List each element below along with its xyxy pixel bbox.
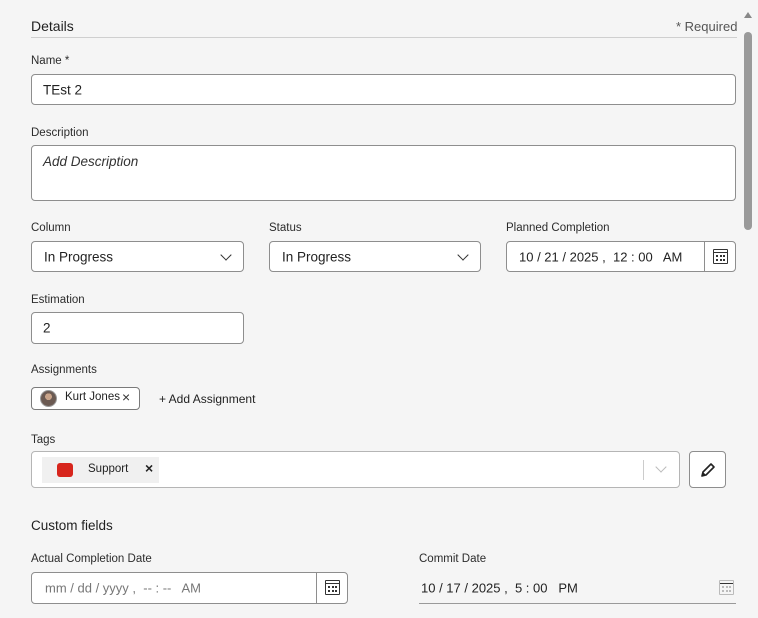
description-textarea[interactable]: Add Description xyxy=(31,145,736,201)
close-icon[interactable]: × xyxy=(145,460,153,476)
calendar-icon xyxy=(325,580,340,595)
commit-date-value: 10 / 17 / 2025 , 5 : 00 PM xyxy=(421,580,578,595)
tag-chip: Support xyxy=(42,457,159,483)
commit-date-label: Commit Date xyxy=(419,553,487,565)
planned-calendar-button[interactable] xyxy=(704,242,735,271)
actual-completion-placeholder: mm / dd / yyyy , -- : -- AM xyxy=(45,580,202,596)
chevron-down-icon[interactable] xyxy=(655,461,667,473)
status-select[interactable]: In Progress xyxy=(269,241,481,272)
avatar xyxy=(40,390,57,407)
name-value: TEst 2 xyxy=(43,82,83,97)
status-value: In Progress xyxy=(282,249,352,264)
close-icon[interactable]: × xyxy=(122,389,130,405)
planned-completion-input[interactable]: 10 / 21 / 2025 , 12 : 00 AM xyxy=(506,241,736,272)
estimation-input[interactable]: 2 xyxy=(31,312,244,344)
estimation-label: Estimation xyxy=(31,294,85,306)
calendar-icon xyxy=(719,580,734,595)
tag-color-swatch xyxy=(57,463,73,477)
tag-label: Support xyxy=(88,463,129,475)
column-select[interactable]: In Progress xyxy=(31,241,244,272)
planned-completion-value: 10 / 21 / 2025 , 12 : 00 AM xyxy=(519,249,683,264)
planned-completion-label: Planned Completion xyxy=(506,222,610,234)
commit-date-input: 10 / 17 / 2025 , 5 : 00 PM xyxy=(419,572,736,604)
status-label: Status xyxy=(269,222,302,234)
scrollbar-thumb[interactable] xyxy=(744,32,752,230)
calendar-icon xyxy=(713,249,728,264)
tags-label: Tags xyxy=(31,434,56,446)
custom-fields-title: Custom fields xyxy=(31,518,113,533)
edit-tags-button[interactable] xyxy=(689,451,726,488)
chevron-down-icon xyxy=(457,249,469,261)
assignment-chip[interactable]: Kurt Jones × xyxy=(31,387,140,410)
required-note: * Required xyxy=(676,19,738,34)
details-title: Details xyxy=(31,18,74,34)
assignee-name: Kurt Jones xyxy=(65,391,120,403)
column-label: Column xyxy=(31,222,71,234)
actual-calendar-button[interactable] xyxy=(316,573,347,603)
add-assignment-button[interactable]: + Add Assignment xyxy=(159,392,255,406)
actual-completion-input[interactable]: mm / dd / yyyy , -- : -- AM xyxy=(31,572,348,604)
description-placeholder: Add Description xyxy=(43,154,139,169)
name-input[interactable]: TEst 2 xyxy=(31,74,736,105)
tags-divider xyxy=(643,460,644,480)
pencil-icon xyxy=(701,463,715,477)
description-label: Description xyxy=(31,127,89,139)
scroll-up-arrow[interactable] xyxy=(744,12,752,18)
header-divider xyxy=(31,37,737,38)
actual-completion-label: Actual Completion Date xyxy=(31,553,152,565)
required-mark: * xyxy=(64,55,70,67)
tags-select[interactable]: Support × xyxy=(31,451,680,488)
column-value: In Progress xyxy=(44,249,114,264)
estimation-value: 2 xyxy=(43,320,51,336)
chevron-down-icon xyxy=(220,249,232,261)
name-label: Name * xyxy=(31,55,70,67)
assignments-label: Assignments xyxy=(31,364,97,376)
